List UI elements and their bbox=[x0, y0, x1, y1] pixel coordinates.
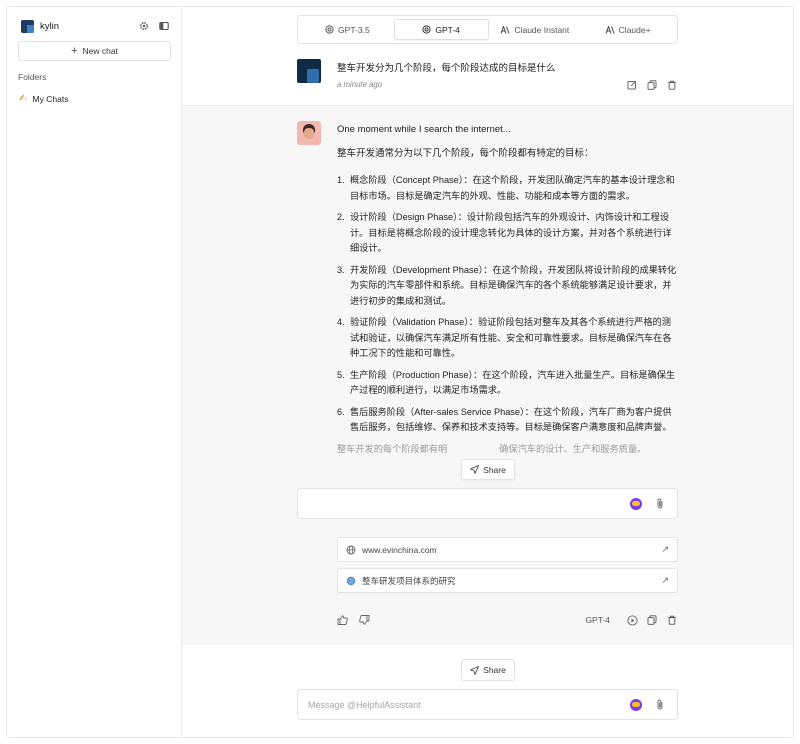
paperclip-icon[interactable] bbox=[653, 497, 667, 511]
user-message-avatar bbox=[297, 59, 321, 83]
send-icon bbox=[470, 465, 480, 474]
new-chat-label: New chat bbox=[82, 46, 118, 56]
sidebar: kylin + New chat Folders ✍ My Chats bbox=[7, 7, 182, 737]
share-button[interactable]: Share bbox=[461, 459, 515, 480]
response-model-name: GPT-4 bbox=[585, 615, 610, 625]
tab-label: GPT-4 bbox=[435, 24, 460, 35]
list-item: 5. 生产阶段（Production Phase）：在这个阶段，汽车进入批量生产。… bbox=[337, 369, 676, 396]
anthropic-icon bbox=[605, 25, 615, 34]
list-item: 2. 设计阶段（Design Phase）：设计阶段包括汽车的外观设计、内饰设计和… bbox=[337, 212, 672, 253]
mid-message-input-box bbox=[297, 488, 678, 519]
tab-label: Claude Instant bbox=[514, 24, 570, 35]
openai-icon bbox=[422, 25, 431, 34]
list-item: 4. 验证阶段（Validation Phase）：验证阶段包括对整车及其各个系统… bbox=[337, 317, 672, 358]
gear-icon[interactable] bbox=[137, 19, 151, 33]
trash-icon[interactable] bbox=[666, 615, 678, 625]
answer-list: 1. 概念阶段（Concept Phase）：在这个阶段，开发团队确定汽车的基本设… bbox=[337, 173, 678, 436]
my-chats-label: My Chats bbox=[32, 93, 69, 104]
tab-gpt-4[interactable]: GPT-4 bbox=[393, 19, 489, 40]
share-label: Share bbox=[483, 665, 506, 675]
source-label: www.evinchina.com bbox=[362, 544, 437, 555]
app-window: kylin + New chat Folders ✍ My Chats GPT-… bbox=[6, 6, 794, 738]
tab-label: GPT-3.5 bbox=[338, 24, 370, 35]
divider bbox=[182, 105, 793, 106]
plus-icon: + bbox=[71, 45, 78, 57]
paperclip-icon[interactable] bbox=[653, 698, 667, 712]
searching-status: One moment while I search the internet..… bbox=[337, 124, 511, 135]
list-item: 6. 售后服务阶段（After-sales Service Phase）：在这个阶… bbox=[337, 406, 672, 433]
message-input[interactable] bbox=[308, 699, 619, 710]
user-name: kylin bbox=[40, 20, 60, 32]
chat-main: GPT-3.5 GPT-4 Claude Instant Claude+ 整车开… bbox=[182, 7, 793, 737]
folders-label: Folders bbox=[18, 72, 47, 82]
assistant-message-toolbar: GPT-4 bbox=[337, 613, 678, 627]
user-avatar[interactable] bbox=[21, 19, 34, 33]
globe-icon bbox=[346, 545, 356, 555]
copy-icon[interactable] bbox=[646, 79, 658, 91]
answer-intro: 整车开发通常分为以下几个阶段，每个阶段都有特定的目标： bbox=[337, 148, 594, 159]
source-link[interactable]: 整车研发项目体系的研究 ↗ bbox=[337, 568, 678, 593]
send-icon bbox=[470, 665, 480, 675]
sources-list: www.evinchina.com ↗ 整车研发项目体系的研究 ↗ bbox=[337, 537, 678, 599]
mid-message-input[interactable] bbox=[308, 498, 619, 509]
external-link-icon: ↗ bbox=[661, 575, 669, 585]
model-selector: GPT-3.5 GPT-4 Claude Instant Claude+ bbox=[297, 15, 678, 44]
user-message-text: 整车开发分为几个阶段，每个阶段达成的目标是什么 bbox=[337, 63, 556, 74]
assistant-bot-icon[interactable] bbox=[629, 698, 643, 712]
play-icon[interactable] bbox=[626, 614, 638, 626]
tab-claude-plus[interactable]: Claude+ bbox=[581, 19, 674, 40]
new-chat-button[interactable]: + New chat bbox=[18, 41, 171, 61]
copy-icon[interactable] bbox=[646, 615, 658, 625]
answer-conclusion: 整车开发的每个阶段都有明 确保汽车的设计、生产和服务质量。 bbox=[337, 443, 647, 454]
thumbs-down-icon[interactable] bbox=[359, 615, 373, 625]
assistant-bot-icon[interactable] bbox=[629, 497, 643, 511]
pencil-icon: ✍ bbox=[19, 93, 27, 103]
sidebar-toggle-icon[interactable] bbox=[157, 19, 171, 33]
sidebar-header: kylin bbox=[21, 17, 171, 35]
assistant-message-body: One moment while I search the internet..… bbox=[337, 123, 678, 456]
edit-icon[interactable] bbox=[626, 79, 638, 91]
assistant-avatar bbox=[297, 121, 321, 145]
message-timestamp: a minute ago bbox=[337, 80, 383, 89]
tab-label: Claude+ bbox=[618, 24, 651, 35]
doc-icon bbox=[346, 576, 356, 586]
anthropic-icon bbox=[500, 25, 510, 34]
share-button[interactable]: Share bbox=[461, 659, 515, 681]
source-label: 整车研发项目体系的研究 bbox=[362, 575, 456, 586]
tab-claude-instant[interactable]: Claude Instant bbox=[489, 19, 582, 40]
user-message-actions bbox=[626, 79, 678, 91]
list-item: 3. 开发阶段（Development Phase）：在这个阶段，开发团队将设计阶… bbox=[337, 264, 677, 306]
external-link-icon: ↗ bbox=[661, 544, 669, 554]
message-input-box bbox=[297, 689, 678, 720]
list-item: 1. 概念阶段（Concept Phase）：在这个阶段，开发团队确定汽车的基本设… bbox=[337, 175, 675, 201]
trash-icon[interactable] bbox=[666, 79, 678, 91]
sidebar-item-my-chats[interactable]: ✍ My Chats bbox=[19, 93, 68, 104]
openai-icon bbox=[325, 25, 334, 34]
user-message: 整车开发分为几个阶段，每个阶段达成的目标是什么 a minute ago bbox=[297, 59, 678, 95]
thumbs-up-icon[interactable] bbox=[337, 615, 351, 625]
share-label: Share bbox=[483, 464, 506, 475]
source-link[interactable]: www.evinchina.com ↗ bbox=[337, 537, 678, 562]
tab-gpt-3-5[interactable]: GPT-3.5 bbox=[301, 19, 394, 40]
